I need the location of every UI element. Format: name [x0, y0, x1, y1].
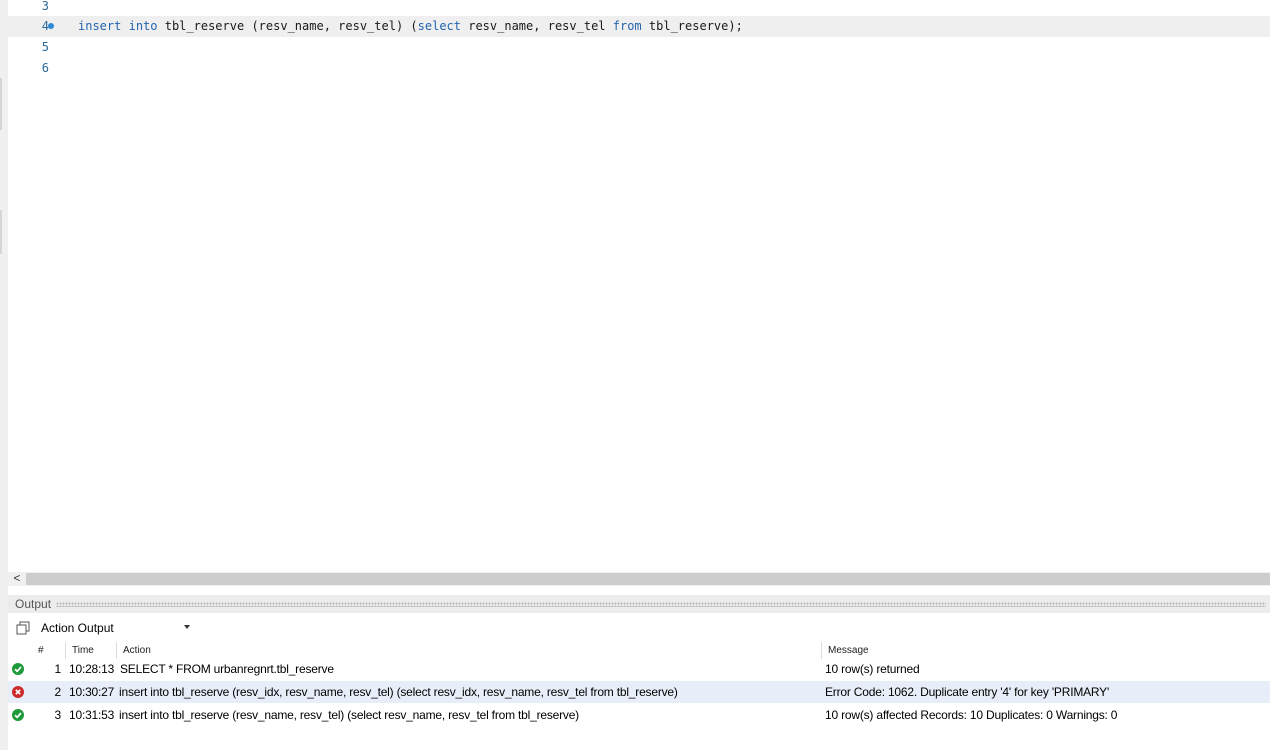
horizontal-scrollbar[interactable]: < — [8, 572, 1270, 586]
sql-keyword: select — [417, 19, 461, 33]
sql-editor[interactable]: 3 4 insert into tbl_reserve (resv_name, … — [8, 0, 1270, 572]
row-message: Error Code: 1062. Duplicate entry '4' fo… — [825, 685, 1110, 699]
line-number: 6 — [41, 61, 49, 75]
row-message: 10 row(s) affected Records: 10 Duplicate… — [825, 708, 1118, 722]
code-line-4[interactable]: 4 insert into tbl_reserve (resv_name, re… — [8, 16, 1270, 37]
output-type-value: Action Output — [41, 621, 114, 635]
output-panel-title: Output — [15, 597, 52, 611]
code-text[interactable]: insert into tbl_reserve (resv_name, resv… — [78, 16, 743, 37]
row-number: 2 — [54, 685, 61, 699]
row-time: 10:30:27 — [69, 685, 115, 699]
row-action: insert into tbl_reserve (resv_name, resv… — [119, 708, 579, 722]
row-action: insert into tbl_reserve (resv_idx, resv_… — [119, 685, 678, 699]
success-check-icon — [12, 663, 24, 675]
sql-keyword: insert — [78, 19, 122, 33]
gutter-marker — [0, 78, 2, 130]
line-number: 5 — [41, 40, 49, 54]
row-time: 10:28:13 — [69, 662, 115, 676]
code-line-5[interactable]: 5 — [8, 37, 1270, 58]
output-toolbar: Action Output — [8, 618, 1270, 640]
chevron-down-icon[interactable] — [184, 625, 190, 629]
sql-keyword: into — [128, 19, 158, 33]
panel-grip[interactable] — [56, 602, 1266, 607]
gutter-marker — [0, 210, 2, 254]
row-message: 10 row(s) returned — [825, 662, 920, 676]
copy-icon[interactable] — [16, 621, 30, 635]
table-row[interactable]: 3 10:31:53 insert into tbl_reserve (resv… — [8, 704, 1270, 726]
code-line-3[interactable]: 3 — [8, 0, 1270, 17]
success-check-icon — [12, 709, 24, 721]
row-number: 3 — [54, 708, 61, 722]
row-number: 1 — [54, 662, 61, 676]
row-time: 10:31:53 — [69, 708, 115, 722]
output-type-select[interactable]: Action Output — [39, 619, 193, 637]
row-action: SELECT * FROM urbanregnrt.tbl_reserve — [120, 662, 334, 676]
table-row[interactable]: 2 10:30:27 insert into tbl_reserve (resv… — [8, 681, 1270, 703]
error-x-icon — [12, 686, 24, 698]
table-row[interactable]: 1 10:28:13 SELECT * FROM urbanregnrt.tbl… — [8, 658, 1270, 680]
scrollbar-thumb[interactable] — [26, 573, 1270, 585]
left-gutter-strip — [0, 0, 8, 750]
scroll-left-icon[interactable]: < — [10, 572, 24, 586]
line-number: 4 — [41, 19, 49, 33]
code-line-6[interactable]: 6 — [8, 58, 1270, 79]
line-number: 3 — [41, 0, 49, 13]
output-panel-header: Output — [8, 595, 1270, 613]
sql-keyword: from — [612, 19, 642, 33]
statement-marker-icon[interactable] — [48, 23, 54, 29]
